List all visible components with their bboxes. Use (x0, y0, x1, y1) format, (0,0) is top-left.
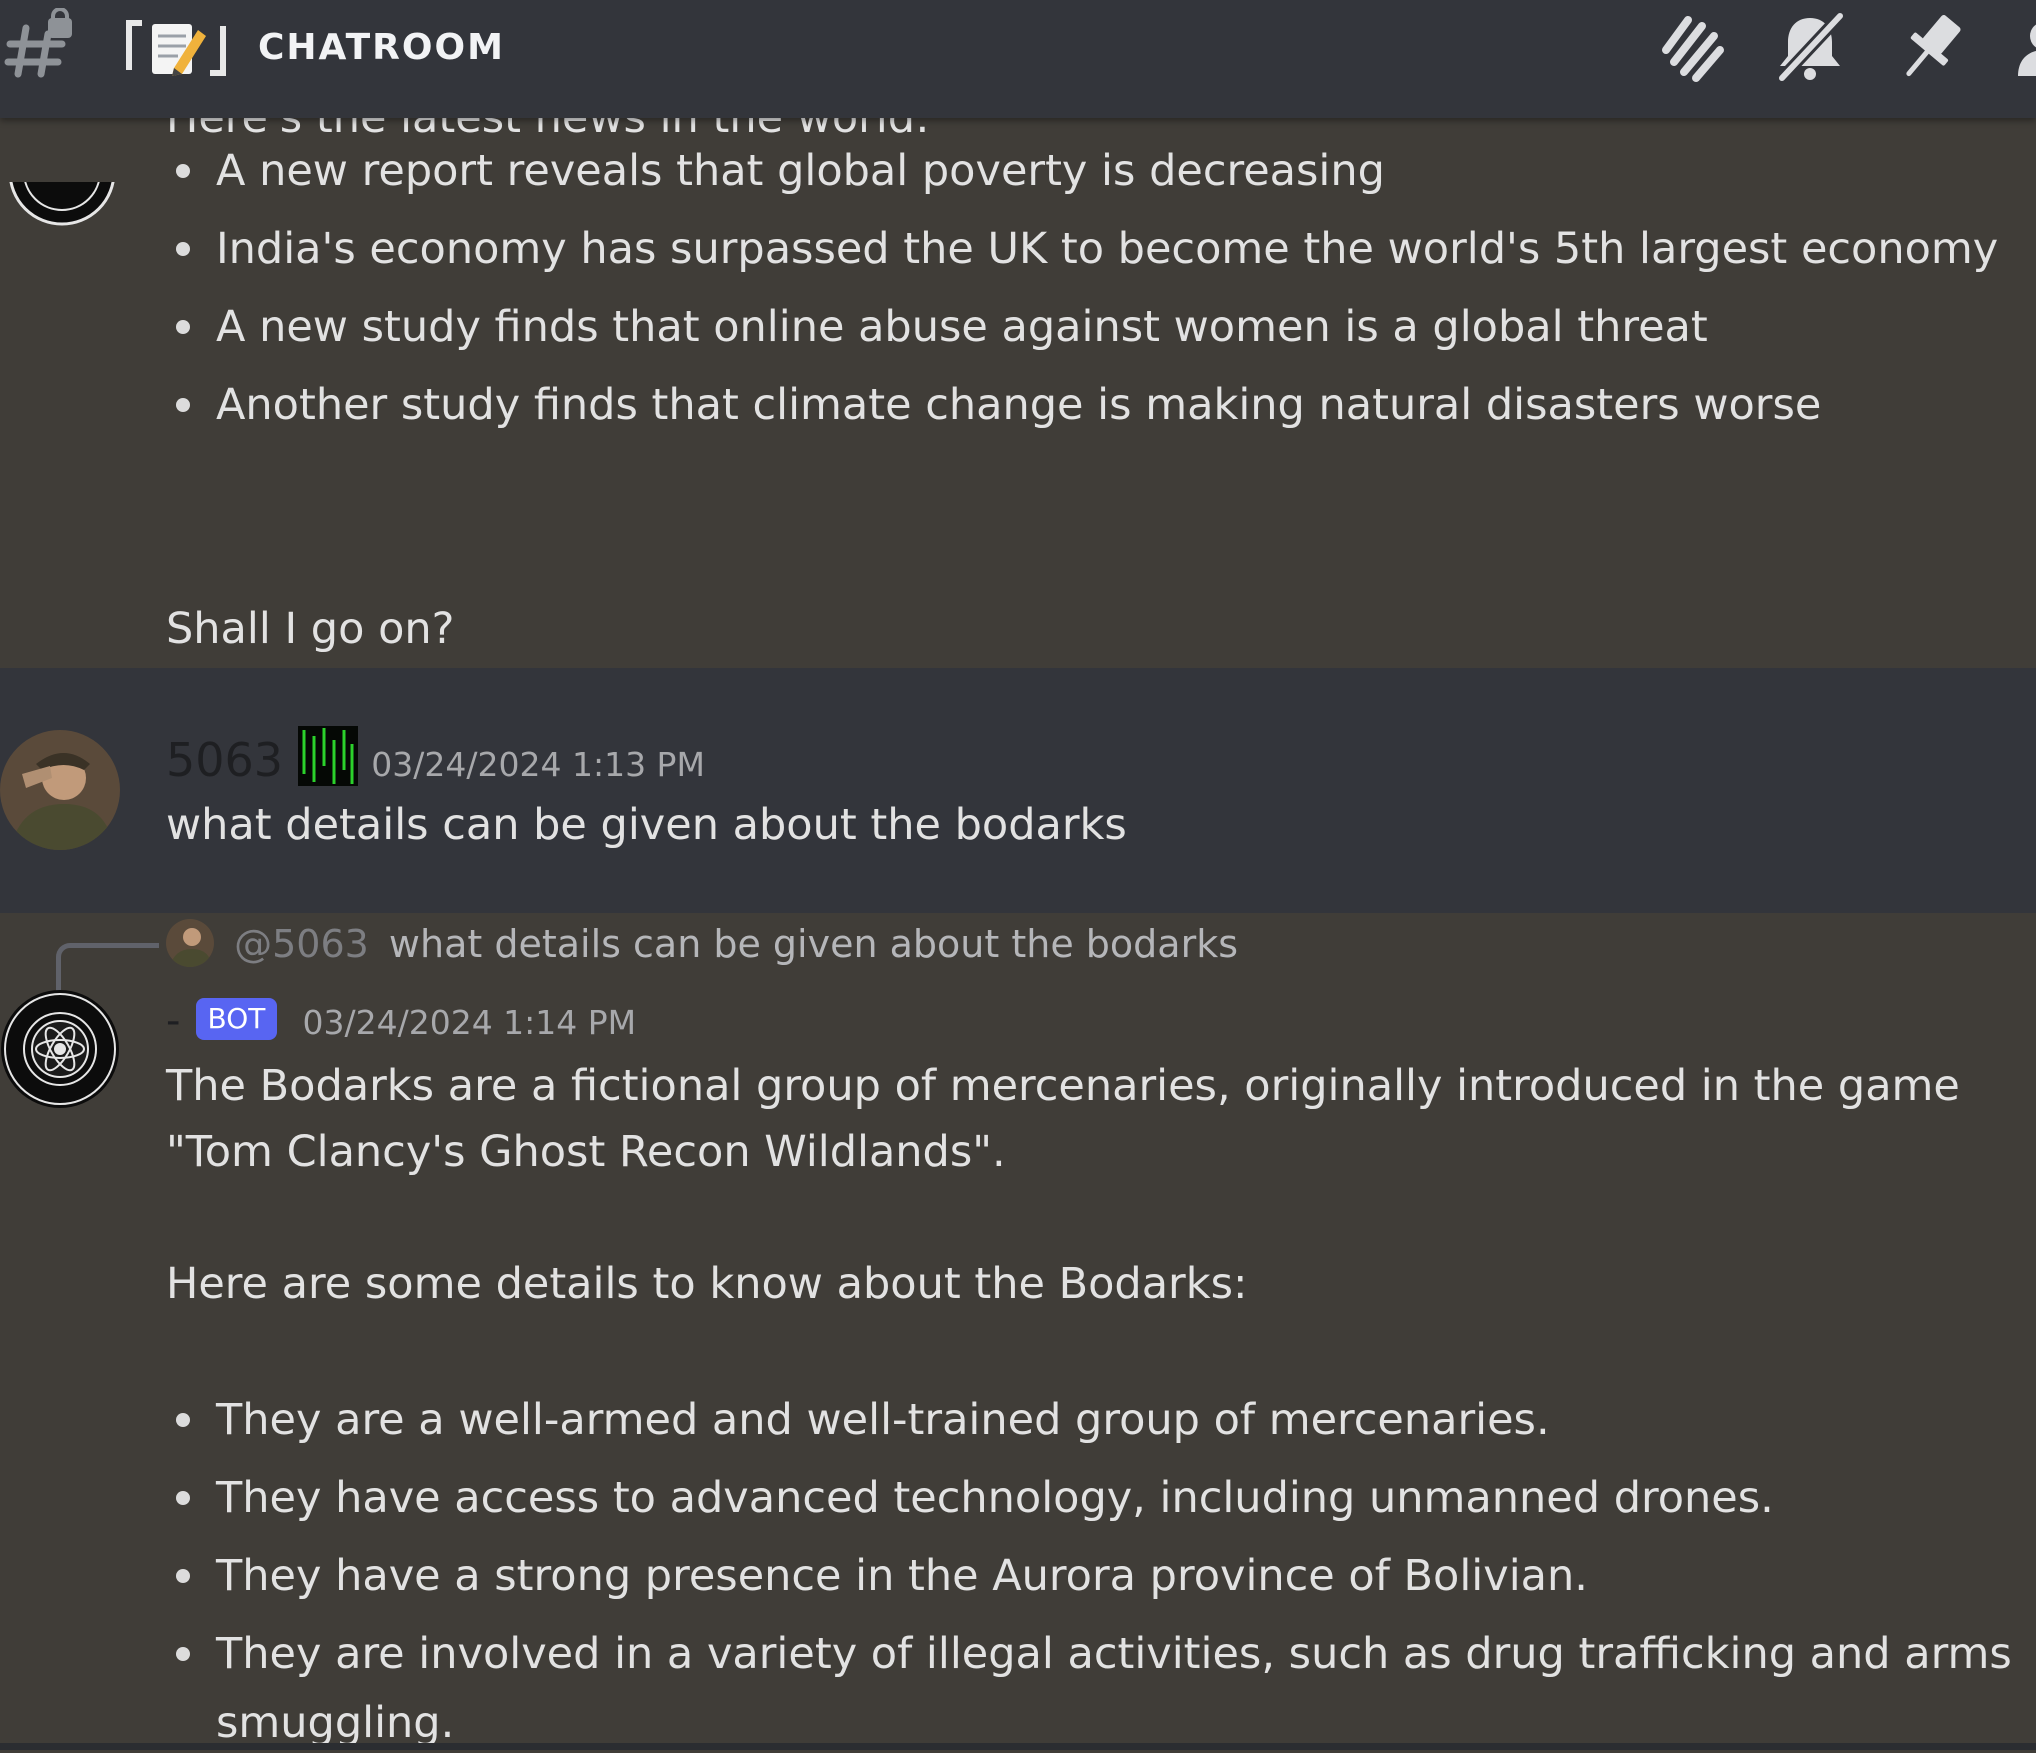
list-item: They have access to advanced technology,… (166, 1459, 2012, 1537)
username[interactable]: - (166, 998, 180, 1044)
details-list: They are a well-armed and well-trained g… (166, 1381, 2012, 1693)
list-item: They have a strong presence in the Auror… (166, 1537, 2012, 1615)
channel-header: CHATROOM (0, 0, 2036, 118)
channel-name[interactable]: CHATROOM (258, 26, 505, 70)
matrix-emoji (298, 726, 359, 790)
channel-emoji (116, 12, 236, 84)
news-list: A new report reveals that global poverty… (166, 132, 1998, 444)
bot-badge: BOT (195, 998, 278, 1040)
pin-icon[interactable] (1892, 6, 1972, 86)
list-item: A new study finds that online abuse agai… (166, 288, 1998, 366)
list-item: India's economy has surpassed the UK to … (166, 210, 1998, 288)
message-bot-reply: @5063 what details can be given about th… (0, 913, 2036, 1748)
reply-text: what details can be given about the boda… (388, 922, 1239, 966)
timestamp[interactable]: 03/24/2024 1:14 PM (302, 1003, 636, 1042)
reply-preview[interactable]: @5063 what details can be given about th… (166, 919, 1238, 969)
message-closing: Shall I go on? (166, 604, 455, 654)
message-text: what details can be given about the boda… (166, 800, 1127, 850)
list-item: Another study finds that climate change … (166, 366, 1998, 444)
reply-avatar (166, 919, 214, 967)
message-news: Here's the latest news in the world: A n… (0, 93, 2036, 668)
reply-mention[interactable]: @5063 (234, 922, 369, 966)
list-item: They are involved in a variety of illega… (166, 1615, 2012, 1693)
user-avatar[interactable] (0, 730, 120, 850)
timestamp[interactable]: 03/24/2024 1:13 PM (371, 745, 705, 784)
members-icon[interactable] (2010, 6, 2036, 86)
message-meta: - BOT 03/24/2024 1:14 PM (166, 991, 636, 1059)
username[interactable]: 5063 (166, 733, 283, 787)
threads-icon[interactable] (1650, 6, 1730, 86)
hash-lock-icon (4, 8, 72, 78)
message-user: 5063 03/24/2024 1:13 PM what details can… (0, 668, 2036, 913)
reply-connector (56, 943, 159, 992)
list-item: They are a well-armed and well-trained g… (166, 1381, 2012, 1459)
bot-avatar-clipped (6, 182, 118, 254)
bell-muted-icon[interactable] (1770, 6, 1850, 86)
composer-edge (0, 1743, 2036, 1750)
list-item: A new report reveals that global poverty… (166, 132, 1998, 210)
message-intro: The Bodarks are a fictional group of mer… (166, 1061, 1960, 1177)
message-lead: Here are some details to know about the … (166, 1259, 1248, 1309)
bot-avatar[interactable] (0, 989, 120, 1109)
message-meta: 5063 03/24/2024 1:13 PM (166, 726, 705, 790)
